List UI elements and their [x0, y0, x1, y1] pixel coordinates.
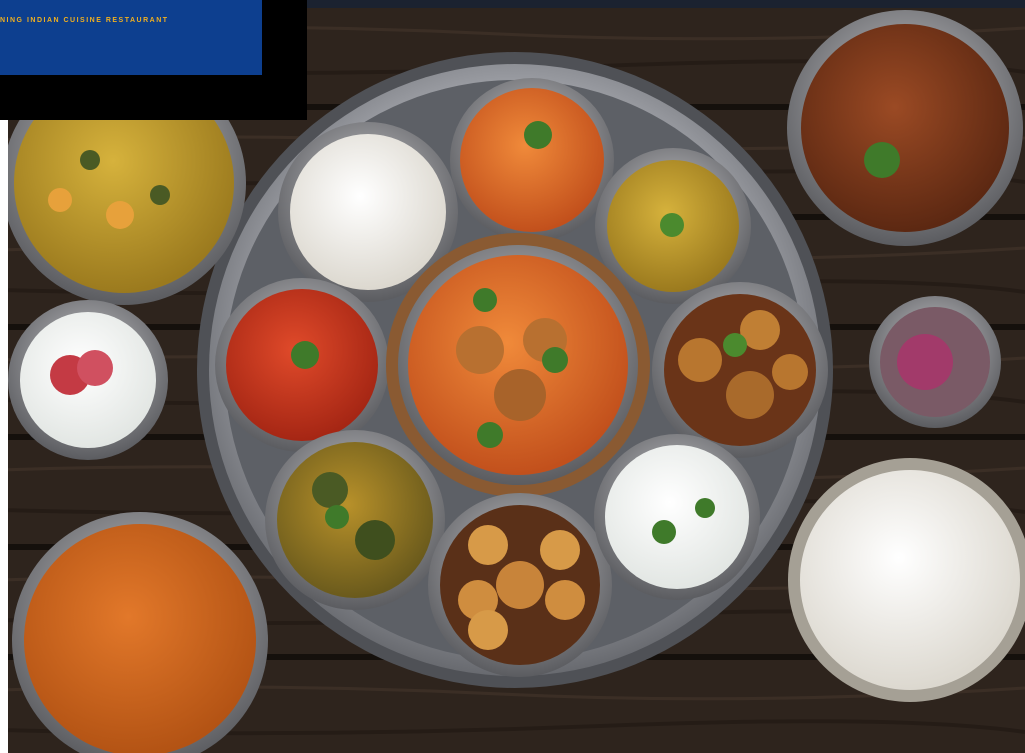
bowl-rice-large	[788, 458, 1025, 702]
bowl-red-curry	[215, 278, 389, 452]
bowl-onions	[869, 296, 1001, 428]
banner-tagline: NING INDIAN CUISINE RESTAURANT	[0, 17, 169, 24]
bowl-fried-chicken	[652, 282, 828, 458]
bowl-saag	[265, 430, 445, 610]
bowl-mutton-curry	[787, 10, 1023, 246]
bowl-raita	[594, 434, 760, 600]
bowl-aloo	[428, 493, 612, 677]
restaurant-banner: NING INDIAN CUISINE RESTAURANT	[0, 0, 265, 78]
bowl-chicken-curry	[386, 233, 650, 497]
bowl-orange-curry	[450, 78, 614, 242]
bowl-onion-raita	[8, 300, 168, 460]
